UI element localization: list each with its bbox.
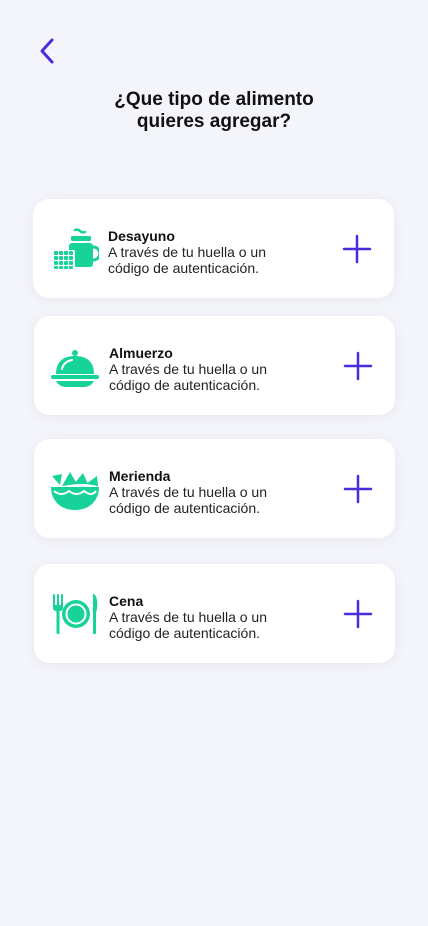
add-cena-button[interactable]: [343, 599, 373, 629]
back-button[interactable]: [32, 36, 62, 66]
add-desayuno-button[interactable]: [342, 234, 372, 264]
meal-name: Merienda: [109, 468, 171, 484]
meal-desc-line1: A través de tu huella o un: [109, 609, 267, 625]
add-almuerzo-button[interactable]: [343, 351, 373, 381]
meal-desc-line1: A través de tu huella o un: [109, 484, 267, 500]
meal-desc-line2: código de autenticación.: [109, 377, 260, 393]
meal-desc-line1: A través de tu huella o un: [109, 361, 267, 377]
lunch-cloche-icon: [51, 350, 99, 387]
dinner-plate-icon: [53, 593, 98, 635]
meal-card-desayuno[interactable]: Desayuno A través de tu huella o un códi…: [33, 199, 394, 298]
meal-card-cena[interactable]: Cena A través de tu huella o un código d…: [34, 564, 395, 663]
page-title: ¿Que tipo de alimento quieres agregar?: [0, 89, 428, 133]
meal-desc-line2: código de autenticación.: [109, 625, 260, 641]
page-title-line2: quieres agregar?: [136, 111, 292, 132]
meal-card-merienda[interactable]: Merienda A través de tu huella o un códi…: [34, 439, 395, 538]
meal-desc-line2: código de autenticación.: [109, 500, 260, 516]
page-title-line1: ¿Que tipo de alimento: [114, 89, 314, 110]
chevron-left-icon: [40, 38, 54, 64]
add-merienda-button[interactable]: [343, 474, 373, 504]
snack-bowl-icon: [51, 472, 99, 510]
meal-desc-line1: A través de tu huella o un: [108, 244, 266, 260]
meal-card-almuerzo[interactable]: Almuerzo A través de tu huella o un códi…: [34, 316, 395, 415]
meal-desc-line2: código de autenticación.: [108, 260, 259, 276]
meal-name: Desayuno: [108, 228, 175, 244]
meal-name: Cena: [109, 593, 144, 609]
meal-name: Almuerzo: [109, 345, 173, 361]
breakfast-icon: [53, 228, 99, 270]
